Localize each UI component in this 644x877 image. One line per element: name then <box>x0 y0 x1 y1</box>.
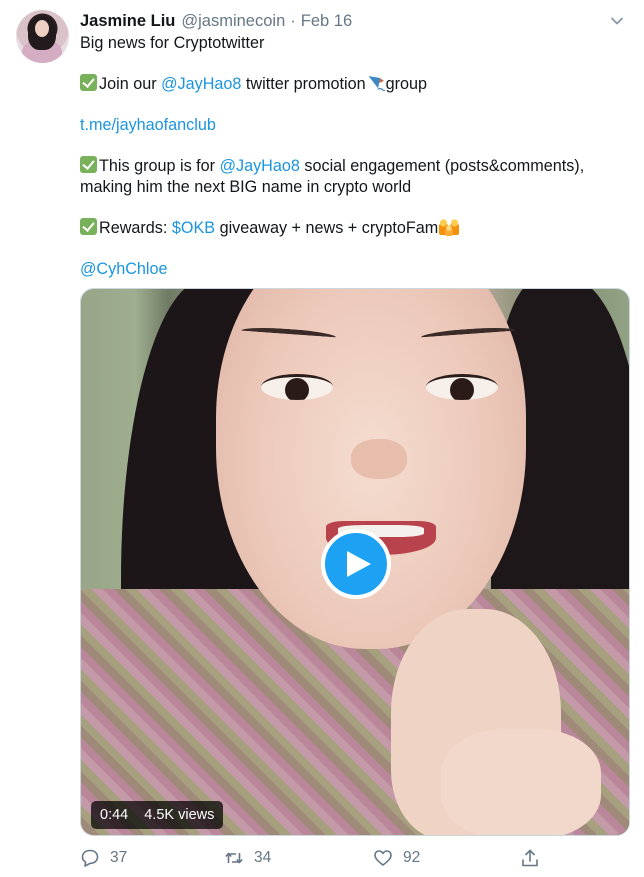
text-line: @CyhChloe <box>80 259 620 280</box>
tweet-actions: 37 34 92 <box>80 844 550 872</box>
text-line: t.me/jayhaofanclub <box>80 115 620 136</box>
retweet-button[interactable]: 34 <box>224 844 271 872</box>
text-line: Big news for Cryptotwitter <box>80 34 265 52</box>
retweet-count: 34 <box>254 849 272 866</box>
mention-link[interactable]: @JayHao8 <box>161 75 241 93</box>
check-mark-icon <box>80 218 97 235</box>
text-span: group <box>385 75 427 93</box>
video-duration: 0:44 <box>100 807 129 823</box>
author-name[interactable]: Jasmine Liu <box>80 12 175 31</box>
play-button[interactable] <box>321 529 391 599</box>
kite-icon <box>367 75 386 92</box>
mention-link[interactable]: @CyhChloe <box>80 260 168 278</box>
separator-dot: · <box>290 11 296 30</box>
share-icon <box>522 849 538 867</box>
heart-icon <box>374 850 392 866</box>
cashtag-link[interactable]: $OKB <box>172 219 215 237</box>
text-line: This group is for @JayHao8 social engage… <box>80 156 620 177</box>
reply-button[interactable]: 37 <box>80 844 127 872</box>
reply-icon <box>81 849 99 867</box>
tweet-date[interactable]: Feb 16 <box>301 12 352 31</box>
telegram-link[interactable]: t.me/jayhaofanclub <box>80 116 216 134</box>
text-span: social engagement (posts&comments), <box>299 157 585 175</box>
tweet-text: Big news for Cryptotwitter Join our @Jay… <box>80 33 620 280</box>
text-span: This group is for <box>99 157 220 175</box>
like-button[interactable]: 92 <box>373 844 420 872</box>
check-mark-icon <box>80 74 97 91</box>
avatar[interactable] <box>16 10 69 63</box>
video-player[interactable]: 0:44 4.5K views <box>80 288 630 836</box>
share-button[interactable] <box>520 844 540 872</box>
tweet[interactable]: Jasmine Liu @jasminecoin · Feb 16 Big ne… <box>0 0 644 877</box>
family-icon <box>439 219 460 236</box>
text-line: Rewards: $OKB giveaway + news + cryptoFa… <box>80 218 620 239</box>
author-handle[interactable]: @jasminecoin <box>181 12 285 31</box>
video-info-badge: 0:44 4.5K views <box>91 801 224 829</box>
retweet-icon <box>225 852 243 864</box>
check-mark-icon <box>80 156 97 173</box>
text-line: Join our @JayHao8 twitter promotion grou… <box>80 74 620 95</box>
tweet-header: Jasmine Liu @jasminecoin · Feb 16 <box>80 10 352 32</box>
text-span: Join our <box>99 75 162 93</box>
text-span: giveaway + news + cryptoFam <box>215 219 439 237</box>
text-line: making him the next BIG name in crypto w… <box>80 178 412 196</box>
reply-count: 37 <box>110 849 128 866</box>
tweet-menu-button[interactable] <box>606 10 628 32</box>
play-icon <box>346 551 371 577</box>
video-views: 4.5K views <box>144 807 215 823</box>
mention-link[interactable]: @JayHao8 <box>220 157 300 175</box>
chevron-down-icon <box>611 17 623 25</box>
text-span: twitter promotion <box>241 75 366 93</box>
like-count: 92 <box>403 849 421 866</box>
text-span: Rewards: <box>99 219 172 237</box>
